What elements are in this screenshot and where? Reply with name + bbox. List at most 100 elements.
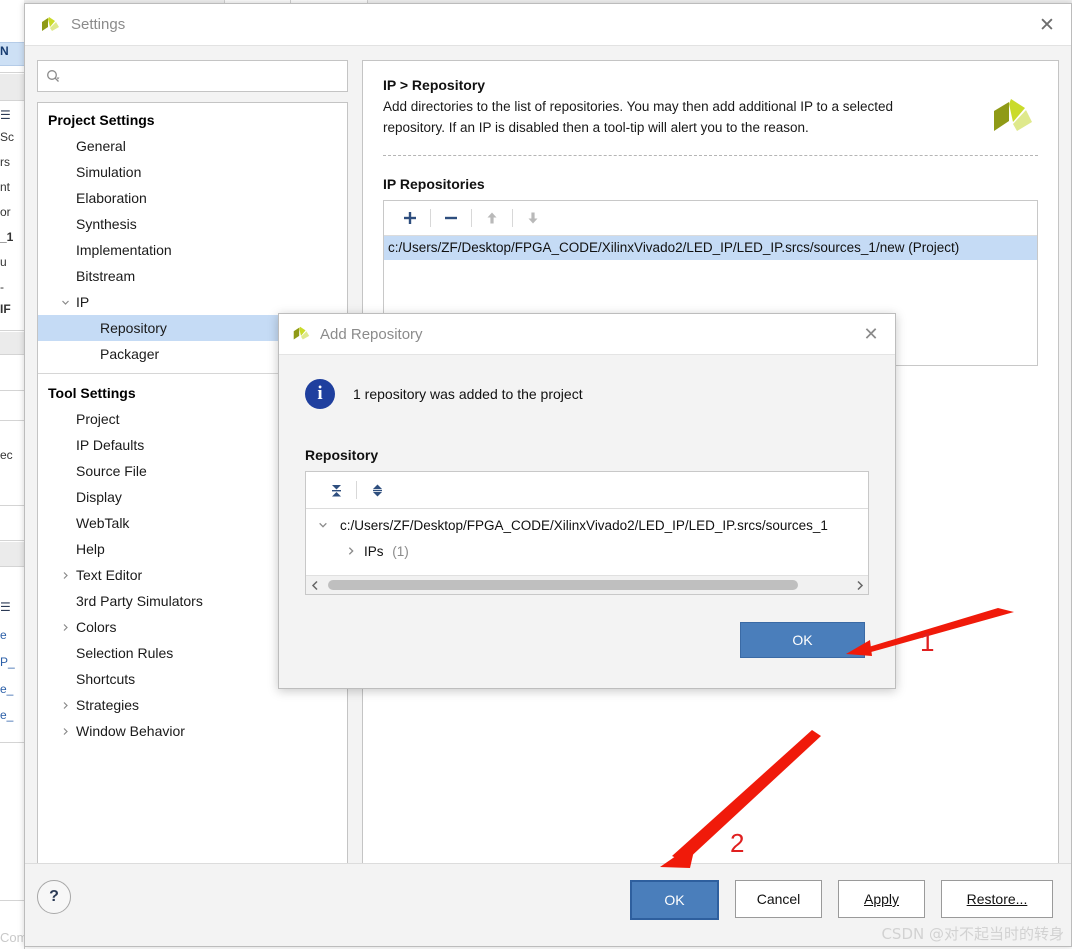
bg-label-12: e_ [0,682,14,696]
watermark: CSDN @对不起当时的转身 [881,925,1064,943]
toolbar-divider [356,481,357,499]
dialog-message-row: i 1 repository was added to the project [305,379,869,409]
apply-button-label: Apply [863,891,900,907]
sidebar-item-label: 3rd Party Simulators [76,593,203,609]
dialog-tree-ips-label: IPs [364,544,384,559]
dialog-tree-root-label: c:/Users/ZF/Desktop/FPGA_CODE/XilinxViva… [340,518,828,533]
sidebar-item-general[interactable]: General [38,133,347,159]
nav-group-project-settings: Project Settings [48,112,155,128]
add-repository-dialog: Add Repository ✕ i 1 repository was adde… [278,313,896,689]
screenshot-root: N ☰ Sc rs nt or _1 u - IF ec ☰ e P_ e_ e… [0,0,1072,949]
chevron-right-icon[interactable] [346,539,356,565]
horizontal-scrollbar[interactable] [306,575,868,594]
sidebar-item-ip[interactable]: IP [38,289,347,315]
chevron-right-icon[interactable] [60,726,70,736]
sidebar-item-simulation[interactable]: Simulation [38,159,347,185]
sidebar-item-label: Packager [100,346,160,362]
sidebar-item-elaboration[interactable]: Elaboration [38,185,347,211]
sidebar-item-label: IP [76,294,90,310]
collapse-all-icon[interactable] [320,476,352,504]
expand-collapse-icon[interactable] [361,476,393,504]
header-divider [383,154,1038,156]
sidebar-item-label: Colors [76,619,117,635]
vivado-logo-icon [39,14,61,36]
dialog-title-bar: Add Repository ✕ [279,314,895,355]
bg-label-9: ec [0,448,13,462]
search-input[interactable] [66,67,339,85]
restore-button-label: Restore... [966,891,1028,907]
scrollbar-track[interactable] [324,576,850,594]
sidebar-item-label: Display [76,489,122,505]
sidebar-item-implementation[interactable]: Implementation [38,237,347,263]
page-description: Add directories to the list of repositor… [383,99,894,135]
repository-list-item[interactable]: c:/Users/ZF/Desktop/FPGA_CODE/XilinxViva… [384,235,1037,260]
sidebar-item-bitstream[interactable]: Bitstream [38,263,347,289]
chevron-right-icon[interactable] [60,700,70,710]
sidebar-item-label: Window Behavior [76,723,185,739]
restore-button[interactable]: Restore... [941,880,1053,918]
annotation-number-2: 2 [730,828,745,858]
bg-label-11: P_ [0,655,15,669]
chevron-right-icon[interactable] [60,570,70,580]
bg-label-0: N [0,44,9,58]
add-repository-button[interactable] [394,204,426,232]
vivado-logo-icon [988,93,1036,146]
dialog-tree-root-row[interactable]: c:/Users/ZF/Desktop/FPGA_CODE/XilinxViva… [306,513,868,539]
search-box[interactable] [37,60,348,92]
chevron-left-icon[interactable] [306,580,324,591]
close-icon[interactable]: ✕ [1035,13,1059,37]
annotation-number-1: 1 [920,627,935,657]
sidebar-item-window-behavior[interactable]: Window Behavior [38,718,347,744]
apply-button[interactable]: Apply [838,880,925,918]
footer-button-group: OK Cancel Apply Restore... [630,880,1053,920]
info-icon: i [305,379,335,409]
dialog-tree-toolbar [306,472,868,509]
dialog-section-label: Repository [305,447,379,463]
chevron-right-icon[interactable] [60,622,70,632]
arrow-down-icon[interactable] [517,204,549,232]
toolbar-divider [471,208,472,227]
cancel-button[interactable]: Cancel [735,880,822,918]
sidebar-item-label: Selection Rules [76,645,174,661]
dialog-tree-ips-row[interactable]: IPs (1) [306,539,868,565]
bg-label-13: e_ [0,708,14,722]
settings-window-title: Settings [71,16,126,33]
sidebar-item-synthesis[interactable]: Synthesis [38,211,347,237]
chevron-down-icon[interactable] [60,297,70,307]
ip-repositories-toolbar [384,201,1037,236]
search-icon [46,69,60,83]
chevron-down-icon[interactable] [318,513,328,539]
bg-label-1: Sc [0,130,15,144]
bg-label-6: u [0,255,7,269]
sidebar-item-strategies[interactable]: Strategies [38,692,347,718]
sidebar-item-label: IP Defaults [76,437,145,453]
repository-page-header: IP > Repository Add directories to the l… [383,77,1038,139]
background-main-window: N ☰ Sc rs nt or _1 u - IF ec ☰ e P_ e_ e… [0,0,25,949]
sidebar-item-label: Shortcuts [76,671,136,687]
dialog-title: Add Repository [320,325,423,343]
settings-title-bar: Settings ✕ [25,4,1071,46]
dialog-body: i 1 repository was added to the project … [279,355,895,595]
sidebar-item-label: Synthesis [76,216,137,232]
bg-label-7: - [0,280,4,294]
sidebar-item-label: General [76,138,126,154]
scrollbar-thumb[interactable] [328,580,798,590]
remove-repository-button[interactable] [435,204,467,232]
bg-label-3: nt [0,180,11,194]
close-icon[interactable]: ✕ [859,322,883,346]
sidebar-item-label: Help [76,541,105,557]
dialog-ok-button[interactable]: OK [740,622,865,658]
sidebar-item-label: WebTalk [76,515,130,531]
arrow-up-icon[interactable] [476,204,508,232]
ok-button[interactable]: OK [630,880,719,920]
sidebar-item-label: Project [76,411,120,427]
bg-label-5: _1 [0,230,14,244]
sidebar-item-label: Simulation [76,164,142,180]
sidebar-item-label: Implementation [76,242,172,258]
toolbar-divider [430,208,431,227]
chevron-right-icon[interactable] [850,580,868,591]
bg-sort-icon: ☰ [0,108,11,122]
toolbar-divider [512,208,513,227]
help-button[interactable]: ? [37,880,71,914]
sidebar-item-label: Elaboration [76,190,147,206]
